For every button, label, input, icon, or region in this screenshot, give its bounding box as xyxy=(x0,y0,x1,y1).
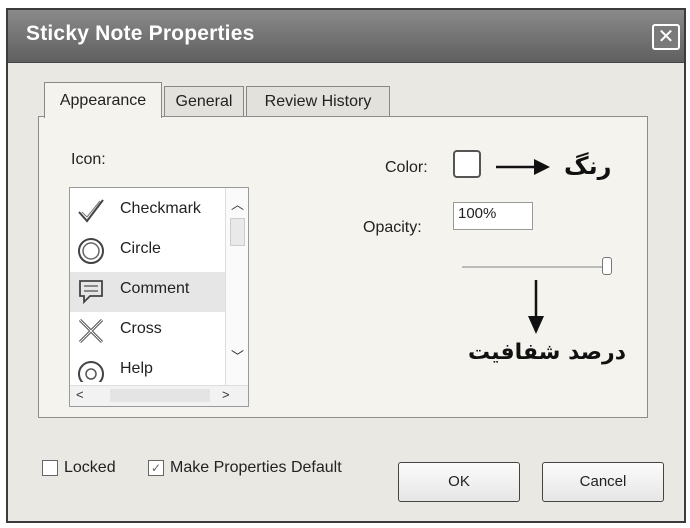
arrow-down-icon xyxy=(528,280,544,334)
tab-review-history[interactable]: Review History xyxy=(246,86,390,116)
cross-icon xyxy=(78,318,104,344)
opacity-label: Opacity: xyxy=(363,219,422,236)
list-item-label: Cross xyxy=(120,320,162,337)
title-bar: Sticky Note Properties ✕ xyxy=(8,10,684,63)
tab-general[interactable]: General xyxy=(164,86,244,116)
make-default-label: Make Properties Default xyxy=(170,459,342,476)
list-item[interactable]: Cross xyxy=(70,312,246,352)
make-default-checkbox[interactable]: ✓ xyxy=(148,460,164,476)
opacity-slider-thumb[interactable] xyxy=(602,257,612,275)
cancel-button[interactable]: Cancel xyxy=(542,462,664,502)
opacity-input[interactable]: 100% xyxy=(453,202,533,230)
scroll-up-icon[interactable]: ︿ xyxy=(231,194,244,213)
dialog-title: Sticky Note Properties xyxy=(26,22,255,45)
list-item-label: Comment xyxy=(120,280,190,297)
list-item[interactable]: Checkmark xyxy=(70,192,246,232)
color-annotation: رنگ xyxy=(564,152,612,180)
scroll-down-icon[interactable]: ﹀ xyxy=(231,346,244,365)
help-icon xyxy=(78,361,104,382)
list-item[interactable]: Help xyxy=(70,352,246,382)
tab-appearance[interactable]: Appearance xyxy=(44,82,162,118)
scroll-left-icon[interactable]: < xyxy=(76,387,84,402)
circle-icon xyxy=(78,238,104,264)
horizontal-scrollbar[interactable]: < > xyxy=(70,385,248,406)
checkmark-icon xyxy=(78,199,104,223)
list-item[interactable]: Circle xyxy=(70,232,246,272)
list-item-label: Circle xyxy=(120,240,161,257)
color-picker-button[interactable] xyxy=(453,150,481,178)
icon-listbox[interactable]: Checkmark Circle Comment Cross Help ︿ ﹀ … xyxy=(69,187,249,407)
scroll-thumb[interactable] xyxy=(110,389,210,402)
scroll-thumb[interactable] xyxy=(230,218,245,246)
scroll-right-icon[interactable]: > xyxy=(222,387,230,402)
list-item-label: Help xyxy=(120,360,153,377)
locked-checkbox[interactable] xyxy=(42,460,58,476)
icon-label: Icon: xyxy=(71,151,106,168)
opacity-slider-track[interactable] xyxy=(462,266,607,268)
comment-icon xyxy=(79,280,103,305)
list-item[interactable]: Comment xyxy=(70,272,246,312)
opacity-annotation: درصد شفافیت xyxy=(468,340,626,365)
ok-button[interactable]: OK xyxy=(398,462,520,502)
color-label: Color: xyxy=(385,159,428,176)
close-button[interactable]: ✕ xyxy=(652,24,680,50)
arrow-right-icon xyxy=(496,159,550,175)
locked-label: Locked xyxy=(64,459,116,476)
close-icon: ✕ xyxy=(657,26,675,48)
checkmark-icon: ✓ xyxy=(150,461,162,475)
list-item-label: Checkmark xyxy=(120,200,201,217)
vertical-scrollbar[interactable]: ︿ ﹀ xyxy=(225,188,248,388)
